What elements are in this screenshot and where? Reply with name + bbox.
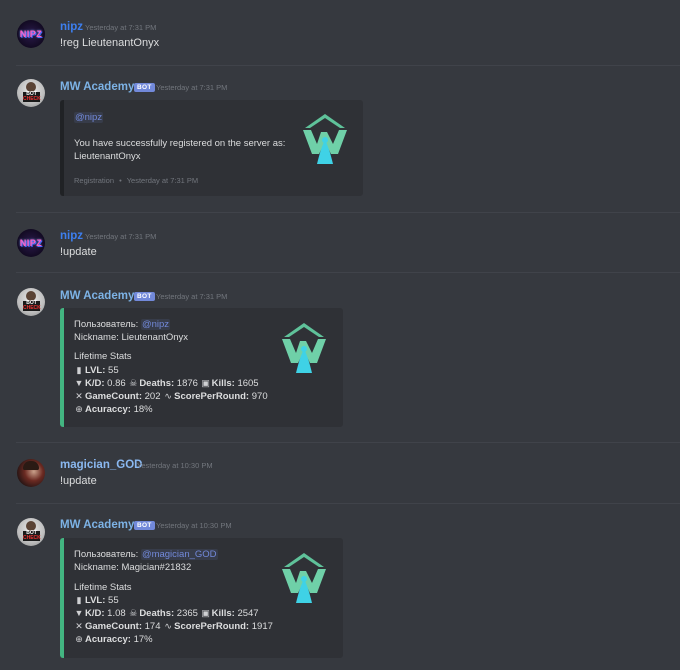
embed-stats: Пользователь: @magician_GOD Nickname: Ma… [60, 538, 343, 658]
timestamp: Yesterday at 7:31 PM [156, 292, 228, 301]
username[interactable]: MW Academy [60, 290, 134, 302]
crossed-swords-icon: ✕ [75, 621, 83, 631]
trend-icon: ∿ [164, 621, 172, 631]
username[interactable]: magician_GOD [60, 459, 142, 471]
avatar-magician[interactable] [17, 459, 45, 487]
gun-icon: ▼ [74, 378, 84, 388]
username[interactable]: nipz [60, 21, 83, 33]
skull-icon: ☠ [129, 608, 138, 618]
embed-user: Пользователь: @magician_GOD [74, 549, 218, 560]
avatar-nipz[interactable]: NIPZ [17, 20, 45, 48]
avatar-sign: BOT CHECK [23, 530, 41, 541]
embed-nickname: Nickname: LieutenantOnyx [74, 332, 189, 343]
stat-gamecount: ✕ GameCount: 174 ∿ ScorePerRound: 1917 [75, 621, 273, 632]
username[interactable]: MW Academy [60, 519, 134, 531]
embed-registration: @nipz You have successfully registered o… [60, 100, 363, 196]
avatar-text: NIPZ [19, 238, 43, 248]
bot-tag: BOT [134, 521, 155, 530]
embed-section-title: Lifetime Stats [74, 351, 132, 362]
mw-logo [282, 323, 326, 373]
embed-section-title: Lifetime Stats [74, 582, 132, 593]
embed-stats: Пользователь: @nipz Nickname: Lieutenant… [60, 308, 343, 427]
kills-icon: ▣ [201, 378, 210, 388]
avatar-sign: BOT CHECK [23, 91, 41, 102]
avatar-sign: BOT CHECK [23, 300, 41, 311]
skull-icon: ☠ [129, 378, 138, 388]
level-icon: ▮ [76, 595, 82, 605]
divider [16, 65, 680, 66]
stat-accuracy: ⊕ Acuraccy: 18% [75, 404, 153, 415]
embed-user: Пользователь: @nipz [74, 319, 171, 330]
stat-lvl: ▮ LVL: 55 [74, 365, 119, 376]
bot-tag: BOT [134, 292, 155, 301]
crossed-swords-icon: ✕ [75, 391, 83, 401]
mw-logo [303, 114, 347, 164]
timestamp: Yesterday at 7:31 PM [156, 83, 228, 92]
embed-mention: @nipz [74, 112, 104, 123]
avatar-bot[interactable]: BOT CHECK [17, 288, 45, 316]
message-text: !update [60, 246, 97, 258]
divider [16, 272, 680, 273]
stat-gamecount: ✕ GameCount: 202 ∿ ScorePerRound: 970 [75, 391, 268, 402]
stat-kd: ▼ K/D: 1.08 ☠ Deaths: 2365 ▣ Kills: 2547 [74, 608, 259, 619]
avatar-text: NIPZ [19, 29, 43, 39]
message-text: !update [60, 475, 97, 487]
timestamp: Yesterday at 7:31 PM [85, 232, 157, 241]
timestamp: Yesterday at 7:31 PM [85, 23, 157, 32]
avatar-bot[interactable]: BOT CHECK [17, 79, 45, 107]
avatar-nipz[interactable]: NIPZ [17, 229, 45, 257]
stat-kd: ▼ K/D: 0.86 ☠ Deaths: 1876 ▣ Kills: 1605 [74, 378, 259, 389]
gun-icon: ▼ [74, 608, 84, 618]
mw-logo [282, 553, 326, 603]
kills-icon: ▣ [201, 608, 210, 618]
bot-tag: BOT [134, 83, 155, 92]
stat-lvl: ▮ LVL: 55 [74, 595, 119, 606]
divider [16, 442, 680, 443]
embed-nickname: Nickname: Magician#21832 [74, 562, 192, 573]
crosshair-icon: ⊕ [75, 634, 83, 644]
crosshair-icon: ⊕ [75, 404, 83, 414]
embed-text: You have successfully registered on the … [74, 138, 286, 149]
timestamp: Yesterday at 10:30 PM [156, 521, 232, 530]
timestamp: Yesterday at 10:30 PM [137, 461, 213, 470]
message-text: !reg LieutenantOnyx [60, 37, 160, 49]
avatar-bot[interactable]: BOT CHECK [17, 518, 45, 546]
username[interactable]: MW Academy [60, 81, 134, 93]
divider [16, 212, 680, 213]
level-icon: ▮ [76, 365, 82, 375]
stat-accuracy: ⊕ Acuraccy: 17% [75, 634, 153, 645]
username[interactable]: nipz [60, 230, 83, 242]
embed-text: LieutenantOnyx [74, 151, 141, 162]
trend-icon: ∿ [164, 391, 172, 401]
embed-footer: Registration • Yesterday at 7:31 PM [74, 176, 199, 185]
avatar-hair [23, 461, 39, 470]
divider [16, 503, 680, 504]
